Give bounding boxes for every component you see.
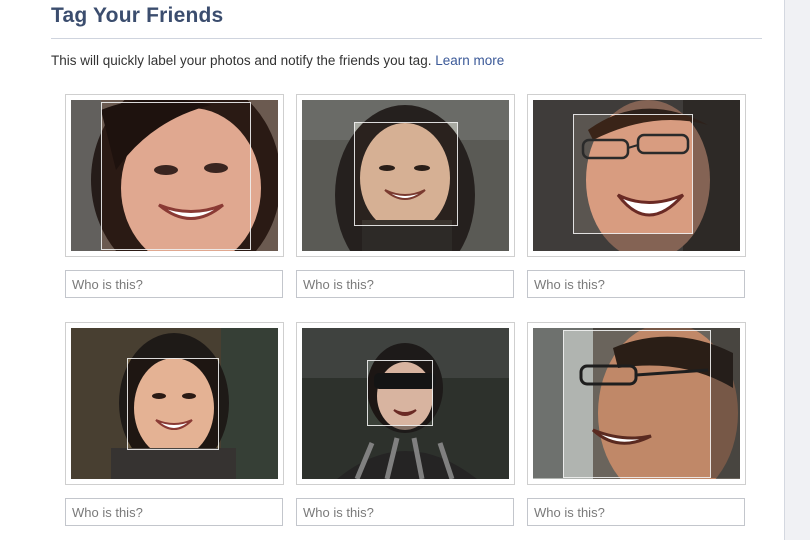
dim-overlay [302,100,509,122]
dim-overlay [433,360,509,426]
photo-card-1 [65,94,284,257]
photo-card-3 [527,94,746,257]
photo-card-4 [65,322,284,485]
dim-overlay [711,330,740,478]
face-box-6[interactable] [563,330,711,478]
who-is-this-input-2[interactable] [296,270,514,298]
photo-1[interactable] [71,100,278,251]
dim-overlay [533,234,740,251]
face-box-5[interactable] [367,360,433,426]
tag-friends-panel: Tag Your Friends This will quickly label… [0,0,785,540]
photo-4[interactable] [71,328,278,479]
page-title: Tag Your Friends [51,4,224,27]
photo-card-5 [296,322,515,485]
who-is-this-input-3[interactable] [527,270,745,298]
face-box-4[interactable] [127,358,219,450]
dim-overlay [302,122,354,226]
face-box-1[interactable] [101,102,251,250]
photo-3[interactable] [533,100,740,251]
dim-overlay [533,330,563,478]
face-box-2[interactable] [354,122,458,226]
who-is-this-input-4[interactable] [65,498,283,526]
dim-overlay [693,114,740,234]
dim-overlay [302,226,509,251]
title-divider [51,38,762,39]
photo-2[interactable] [302,100,509,251]
who-is-this-input-5[interactable] [296,498,514,526]
dim-overlay [302,426,509,479]
photo-card-2 [296,94,515,257]
dim-overlay [458,122,509,226]
photo-card-6 [527,322,746,485]
who-is-this-input-1[interactable] [65,270,283,298]
intro-description: This will quickly label your photos and … [51,53,432,68]
face-box-3[interactable] [573,114,693,234]
who-is-this-input-6[interactable] [527,498,745,526]
dim-overlay [71,450,278,479]
dim-overlay [71,358,127,450]
dim-overlay [71,328,278,358]
dim-overlay [302,360,367,426]
photo-6[interactable] [533,328,740,479]
dim-overlay [71,100,101,251]
dim-overlay [533,114,573,234]
dim-overlay [533,100,740,114]
intro-text: This will quickly label your photos and … [51,53,504,68]
learn-more-link[interactable]: Learn more [435,53,504,68]
dim-overlay [302,328,509,360]
dim-overlay [219,358,278,450]
photo-5[interactable] [302,328,509,479]
